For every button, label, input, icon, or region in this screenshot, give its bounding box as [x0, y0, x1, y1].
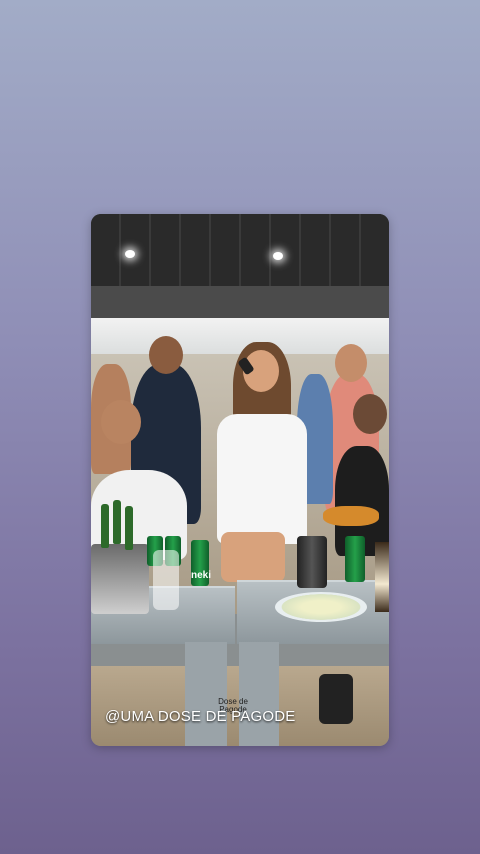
video-scene: neki: [91, 214, 389, 746]
person-head: [353, 394, 387, 434]
ceiling-beam: [91, 286, 389, 320]
ceiling-lamp: [273, 252, 283, 260]
beer-can-front: neki: [191, 540, 212, 586]
ceiling: [91, 214, 389, 292]
bowl-of-limes: [275, 592, 367, 622]
beer-bottle: [125, 506, 133, 550]
person-foot-sneaker: [319, 674, 353, 724]
beer-bottle: [113, 500, 121, 544]
black-tumbler: [297, 536, 327, 588]
person-head: [149, 336, 183, 374]
singer-legs: [221, 532, 285, 582]
beer-bottle: [101, 504, 109, 548]
bottle-right-edge: [375, 542, 389, 612]
person-head: [335, 344, 367, 382]
table-leg: [239, 642, 279, 746]
beer-can-right: [345, 536, 365, 582]
cavaquinho-guitar: [323, 506, 379, 526]
glass-bottle: [153, 550, 179, 610]
person-head-sunglasses: [101, 400, 141, 444]
ceiling-lamp: [125, 250, 135, 258]
story-caption: @UMA DOSE DE PAGODE: [105, 708, 296, 725]
table-leg: [185, 642, 227, 746]
singer-white-outfit: [217, 414, 307, 544]
can-label: neki: [191, 570, 212, 581]
story-video-frame[interactable]: neki Dose de Pagode @UMA DOSE DE PAGODE: [91, 214, 389, 746]
ice-bucket: [91, 544, 149, 614]
